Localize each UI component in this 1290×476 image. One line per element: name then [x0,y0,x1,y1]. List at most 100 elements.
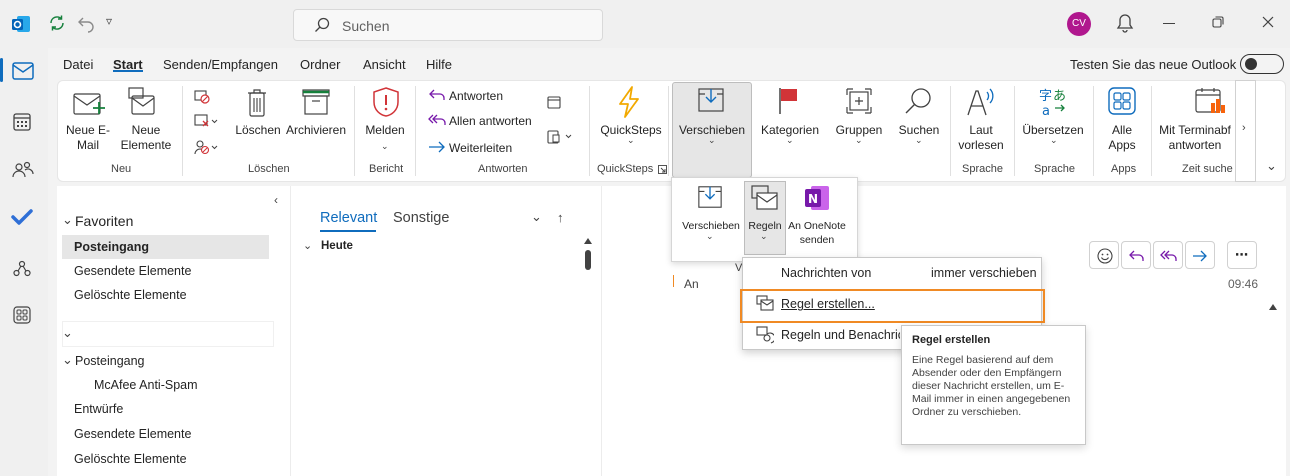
group-apps-label: Apps [1111,163,1137,175]
send-to-onenote-button[interactable]: An OneNote senden [786,219,848,247]
undo-icon[interactable] [76,13,96,33]
quick-access-dropdown-icon[interactable]: ▿ [106,14,112,28]
folder-posteingang-fav[interactable]: Posteingang [74,240,149,254]
menu-item-always-move[interactable]: immer verschieben [931,266,1037,280]
sync-icon[interactable] [47,13,67,33]
ribbon-expand-chevron-icon[interactable]: ⌄ [1266,158,1277,174]
group-sprache-label: Sprache [1034,163,1075,175]
folder-geloeschte-fav[interactable]: Gelöschte Elemente [74,288,187,302]
group-antworten-label: Antworten [478,163,528,175]
chevron-down-icon: ⌄ [1050,135,1058,145]
create-rule-icon [756,295,774,311]
meeting-reply-icon[interactable] [547,95,561,109]
cleanup-icon[interactable] [194,114,218,128]
chevron-down-icon[interactable]: ⌄ [62,325,73,341]
close-icon[interactable] [1262,16,1274,28]
account-name-field[interactable] [62,321,274,347]
menu-item-manage-rules[interactable]: Regeln und Benachrich [781,328,900,342]
new-outlook-toggle[interactable] [1240,54,1284,74]
all-apps-icon [1107,86,1137,116]
search-box[interactable]: Suchen [293,9,603,41]
onenote-icon: N [803,184,831,212]
delete-icon [246,88,268,118]
archive-button[interactable]: Archivieren [284,123,348,138]
notification-bell-icon[interactable] [1116,13,1134,33]
calendar-icon[interactable] [13,113,31,131]
tab-relevant[interactable]: Relevant [320,210,377,226]
categorize-flag-icon [777,86,801,116]
reply-all-button[interactable]: Allen antworten [449,114,532,129]
folder-mcafee[interactable]: McAfee Anti-Spam [94,378,198,392]
folder-geloeschte[interactable]: Gelöschte Elemente [74,452,187,466]
tab-senden-empfangen[interactable]: Senden/Empfangen [163,57,278,72]
folder-entwuerfe[interactable]: Entwürfe [74,402,123,416]
report-button[interactable]: Melden [362,123,408,138]
report-shield-icon [371,86,401,118]
junk-icon[interactable] [194,139,218,155]
svg-text:a: a [1042,104,1050,116]
svg-text:字: 字 [1039,89,1052,104]
scheduling-poll-button[interactable]: Mit Terminabf antworten [1155,123,1235,153]
more-apps-icon[interactable] [13,306,31,324]
menu-item-move-messages-from[interactable]: Nachrichten von [781,266,871,280]
new-items-button[interactable]: Neue Elemente [118,123,174,153]
filter-chevron-down-icon[interactable]: ⌄ [531,209,542,225]
emoji-icon [1097,248,1113,264]
menu-item-create-rule[interactable]: Regel erstellen... [781,297,875,311]
more-respond-icon[interactable] [547,130,573,144]
reply-all-action-button[interactable] [1153,241,1183,269]
delete-button[interactable]: Löschen [233,123,283,138]
mail-icon[interactable] [12,62,34,80]
groups-icon[interactable] [12,259,32,279]
todo-icon[interactable] [11,209,33,225]
dialog-launcher-icon[interactable] [658,165,667,174]
ignore-icon[interactable] [194,88,210,104]
favorites-header[interactable]: Favoriten [75,213,133,229]
chevron-down-icon[interactable]: ⌄ [303,239,312,252]
list-scrollbar-thumb[interactable] [585,250,591,270]
chevron-down-icon: ⌄ [786,135,794,145]
group-loeschen-label: Löschen [248,163,290,175]
chevron-down-icon[interactable]: ⌄ [62,352,73,368]
search-placeholder: Suchen [342,18,390,34]
all-apps-button[interactable]: Alle Apps [1100,123,1144,153]
tab-datei[interactable]: Datei [63,57,93,72]
read-aloud-button[interactable]: Laut vorlesen [955,123,1007,153]
rail-selection-indicator [0,58,3,82]
forward-action-button[interactable] [1185,241,1215,269]
reading-scroll-up-icon[interactable] [1269,304,1277,310]
new-email-button[interactable]: Neue E-Mail [64,123,112,153]
ribbon-separator [1014,86,1015,176]
scroll-up-arrow-icon[interactable] [584,238,592,244]
group-bericht-label: Bericht [369,163,404,175]
more-actions-button[interactable]: ⋯ [1227,241,1257,269]
new-items-icon [126,86,156,118]
people-icon[interactable] [12,160,34,180]
react-button[interactable] [1089,241,1119,269]
collapse-folder-pane-icon[interactable]: ‹ [274,193,278,207]
reply-icon [428,88,446,102]
tab-ordner[interactable]: Ordner [300,57,340,72]
unread-marker [673,275,674,287]
new-outlook-label: Testen Sie das neue Outlook [1070,57,1237,72]
restore-icon[interactable] [1212,16,1224,28]
tab-hilfe[interactable]: Hilfe [426,57,452,72]
chevron-down-icon[interactable]: ⌄ [62,212,73,228]
folder-gesendete-fav[interactable]: Gesendete Elemente [74,264,191,278]
create-rule-tooltip: Regel erstellen Eine Regel basierend auf… [901,325,1086,445]
group-quicksteps-label: QuickSteps [597,163,654,175]
avatar[interactable]: CV [1067,12,1091,36]
sort-arrow-up-icon[interactable]: ↑ [557,210,564,225]
tab-ansicht[interactable]: Ansicht [363,57,406,72]
tab-sonstige[interactable]: Sonstige [393,210,449,226]
tab-relevant-underline [320,230,376,232]
tooltip-body: Eine Regel basierend auf dem Absender od… [912,354,1071,418]
reply-action-button[interactable] [1121,241,1151,269]
reply-button[interactable]: Antworten [449,89,503,104]
ribbon-separator [1151,86,1152,176]
minimize-icon[interactable] [1163,23,1175,24]
forward-button[interactable]: Weiterleiten [449,141,512,156]
folder-posteingang[interactable]: Posteingang [75,354,145,368]
folder-gesendete[interactable]: Gesendete Elemente [74,427,191,441]
scheduling-poll-icon [1194,86,1226,116]
